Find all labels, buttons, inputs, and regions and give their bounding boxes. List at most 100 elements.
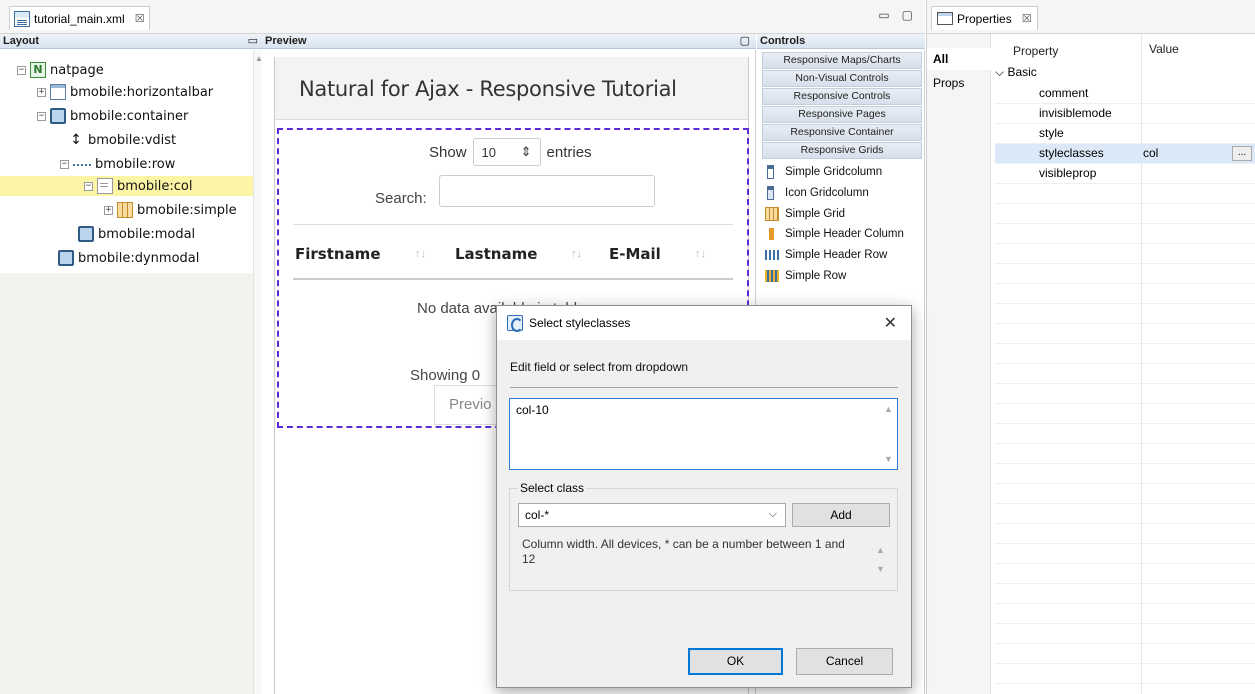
sort-icon[interactable]: ↑↓ [571, 248, 582, 260]
category-basic[interactable]: ⌵ Basic [995, 65, 1037, 80]
collapse-icon[interactable]: − [60, 159, 69, 169]
category-responsive-controls[interactable]: Responsive Controls [762, 88, 922, 105]
sort-icon[interactable]: ↑↓ [695, 248, 706, 260]
tree-item-container[interactable]: − bmobile:container [37, 106, 188, 126]
natpage-icon: N [30, 62, 46, 78]
property-value[interactable]: col [1143, 144, 1158, 163]
control-simple-header-column[interactable]: Simple Header Column [765, 228, 904, 240]
property-row-style[interactable]: style [995, 124, 1255, 144]
search-input[interactable] [439, 175, 655, 207]
add-button[interactable]: Add [792, 503, 890, 527]
value-column-header[interactable]: Value [1149, 42, 1179, 56]
category-maps-charts[interactable]: Responsive Maps/Charts [762, 52, 922, 69]
empty-property-row [995, 324, 1255, 344]
xml-file-icon [14, 10, 30, 27]
property-name: visibleprop [1039, 166, 1097, 180]
editor-tab-tutorial-main[interactable]: tutorial_main.xml ☒ [9, 6, 150, 30]
divider [510, 387, 898, 388]
category-responsive-container[interactable]: Responsive Container [762, 124, 922, 141]
previous-page-button[interactable]: Previo [434, 385, 504, 425]
control-simple-grid[interactable]: Simple Grid [765, 207, 845, 221]
maximize-icon[interactable]: ▢ [902, 8, 913, 22]
control-label: Simple Gridcolumn [785, 166, 883, 178]
tree-item-label: bmobile:horizontalbar [70, 84, 214, 100]
empty-property-row [995, 384, 1255, 404]
cancel-button[interactable]: Cancel [796, 648, 893, 675]
control-simple-header-row[interactable]: Simple Header Row [765, 249, 887, 261]
show-label: Show [429, 143, 467, 161]
control-label: Icon Gridcolumn [785, 187, 869, 199]
properties-tab[interactable]: Properties ☒ [931, 6, 1038, 30]
tree-item-label: bmobile:row [95, 156, 176, 172]
expand-icon[interactable]: + [37, 87, 46, 97]
minimize-icon[interactable]: ▭ [248, 34, 258, 48]
column-header-firstname[interactable]: Firstname [295, 245, 381, 263]
collapse-icon[interactable]: − [17, 65, 26, 75]
column-header-lastname[interactable]: Lastname [455, 245, 537, 263]
tree-item-dynmodal[interactable]: bmobile:dynmodal [58, 248, 199, 268]
header-row-icon [765, 250, 779, 260]
tree-item-label: bmobile:col [117, 178, 193, 194]
tree-item-col[interactable]: − bmobile:col [0, 176, 253, 196]
col-icon [97, 178, 113, 194]
column-header-email[interactable]: E-Mail [609, 245, 661, 263]
tree-item-row[interactable]: − bmobile:row [60, 154, 175, 174]
property-name: invisiblemode [1039, 106, 1112, 120]
empty-property-row [995, 524, 1255, 544]
search-label: Search: [375, 190, 427, 207]
tree-item-label: bmobile:dynmodal [78, 250, 200, 266]
property-row-invisiblemode[interactable]: invisiblemode [995, 104, 1255, 124]
close-tab-icon[interactable]: ☒ [135, 12, 145, 25]
chevron-down-icon[interactable]: ⌵ [769, 508, 777, 521]
divider [293, 224, 733, 225]
empty-property-row [995, 504, 1255, 524]
chevron-down-icon[interactable]: ⌵ [995, 65, 1004, 79]
tree-item-vdist[interactable]: ↕ bmobile:vdist [68, 130, 176, 150]
close-tab-icon[interactable]: ☒ [1022, 12, 1032, 25]
editor-tab-label: tutorial_main.xml [34, 11, 125, 26]
maximize-icon[interactable]: ▢ [740, 34, 750, 48]
empty-property-row [995, 444, 1255, 464]
vdist-icon: ↕ [70, 132, 82, 148]
entries-select[interactable]: 10 ⇕ [472, 138, 541, 166]
tree-item-horizontalbar[interactable]: + bmobile:horizontalbar [37, 82, 213, 102]
tree-item-simple[interactable]: + bmobile:simple [104, 200, 252, 220]
category-non-visual[interactable]: Non-Visual Controls [762, 70, 922, 87]
property-row-visibleprop[interactable]: visibleprop [995, 164, 1255, 184]
empty-property-row [995, 264, 1255, 284]
close-icon[interactable]: ✕ [884, 313, 897, 333]
property-row-comment[interactable]: comment [995, 84, 1255, 104]
collapse-icon[interactable]: − [84, 181, 93, 191]
property-row-styleclasses[interactable]: styleclasses col ... [995, 144, 1255, 164]
collapse-icon[interactable]: − [37, 111, 46, 121]
tree-item-modal[interactable]: bmobile:modal [78, 224, 195, 244]
dialog-titlebar[interactable]: Select styleclasses ✕ [497, 306, 911, 340]
empty-property-row [995, 304, 1255, 324]
layout-scrollbar[interactable]: ▲ [253, 50, 263, 694]
ok-button[interactable]: OK [688, 648, 783, 675]
description-scrollbar[interactable]: ▲ ▼ [872, 533, 888, 583]
control-simple-row[interactable]: Simple Row [765, 270, 846, 282]
control-simple-gridcolumn[interactable]: Simple Gridcolumn [765, 165, 882, 179]
control-label: Simple Row [785, 270, 847, 282]
tree-item-natpage[interactable]: − N natpage [17, 60, 104, 80]
tab-all[interactable]: All [927, 48, 991, 70]
empty-property-row [995, 344, 1255, 364]
category-responsive-grids[interactable]: Responsive Grids [762, 142, 922, 159]
control-icon-gridcolumn[interactable]: Icon Gridcolumn [765, 186, 869, 200]
expand-icon[interactable]: + [104, 205, 113, 215]
textarea-scrollbar[interactable]: ▲ ▼ [880, 400, 896, 468]
empty-property-row [995, 484, 1255, 504]
class-combo[interactable]: col-* ⌵ [518, 503, 786, 527]
category-responsive-pages[interactable]: Responsive Pages [762, 106, 922, 123]
styleclasses-textarea[interactable]: col-10 ▲ ▼ [509, 398, 898, 470]
row-icon [73, 164, 91, 166]
container-icon [78, 226, 94, 242]
layout-header-label: Layout [3, 35, 40, 47]
entries-label: entries [546, 143, 592, 161]
edit-value-button[interactable]: ... [1232, 146, 1252, 161]
minimize-icon[interactable]: ▭ [878, 8, 889, 22]
tab-props[interactable]: Props [927, 72, 991, 94]
sort-icon[interactable]: ↑↓ [415, 248, 426, 260]
property-column-header[interactable]: Property [1013, 44, 1058, 58]
